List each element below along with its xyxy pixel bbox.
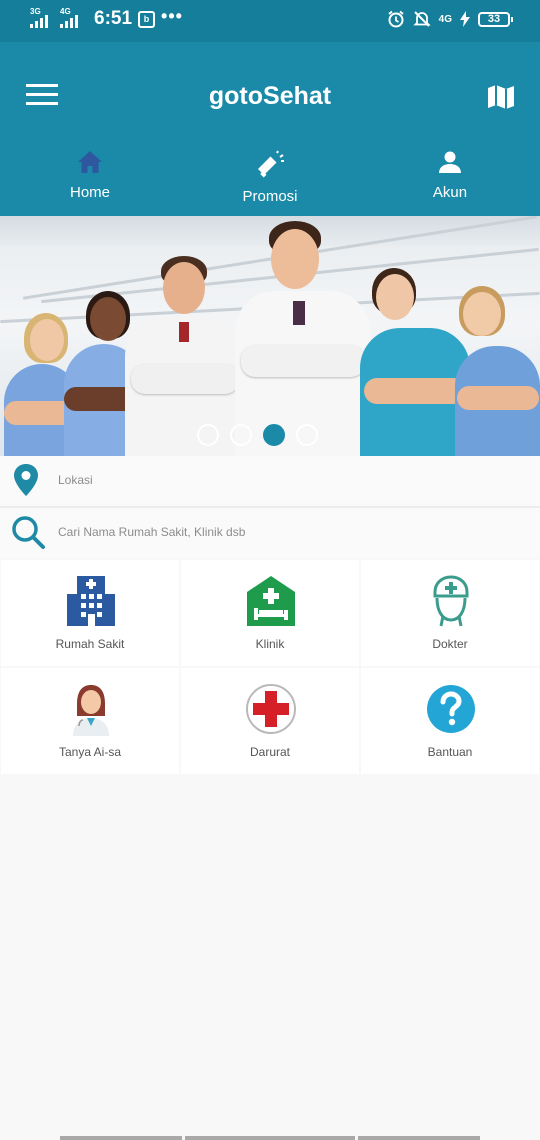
signal-strength-icon: 3G [30, 8, 54, 30]
promo-banner-carousel[interactable] [0, 216, 540, 456]
battery-level: 33 [487, 12, 501, 25]
carousel-indicators [197, 424, 318, 446]
tab-home[interactable]: Home [0, 150, 180, 216]
signal-strength-icon-2: 4G [60, 8, 84, 30]
carousel-dot-2[interactable] [230, 424, 252, 446]
assistant-avatar-icon [73, 685, 109, 736]
alarm-icon [388, 10, 404, 28]
menu-rumah-sakit[interactable]: Rumah Sakit [1, 560, 179, 666]
menu-bantuan[interactable]: Bantuan [361, 668, 539, 774]
nav-tabs: Home Promosi Akun [0, 150, 540, 216]
app-title: gotoSehat [208, 82, 332, 110]
status-bar: 3G 4G 6:51 b ••• 4G 33 [0, 0, 540, 42]
menu-klinik[interactable]: Klinik [181, 560, 359, 666]
menu-dokter[interactable]: Dokter [361, 560, 539, 666]
app-notification-icon: b [138, 10, 156, 28]
search-field[interactable]: Cari Nama Rumah Sakit, Klinik dsb [0, 508, 540, 558]
location-pin-icon [14, 464, 38, 496]
menu-bantuan-label: Bantuan [427, 745, 473, 759]
clinic-bed-icon [247, 576, 295, 626]
menu-darurat[interactable]: Darurat [181, 668, 359, 774]
menu-rumah-sakit-label: Rumah Sakit [55, 637, 125, 651]
bottom-nav-bar-right [358, 1136, 480, 1140]
home-icon [78, 151, 102, 173]
carousel-dot-4[interactable] [296, 424, 318, 446]
tab-akun-label: Akun [432, 184, 468, 201]
banner-person-nurse-3 [360, 268, 470, 456]
menu-tanya-aisa-label: Tanya Ai-sa [58, 745, 122, 759]
bottom-nav-bar-left [60, 1136, 182, 1140]
menu-dokter-label: Dokter [432, 637, 468, 651]
app-bar: gotoSehat Home Promosi Akun [0, 42, 540, 216]
search-placeholder: Cari Nama Rumah Sakit, Klinik dsb [58, 525, 246, 539]
banner-person-doctor-2 [235, 221, 370, 456]
tab-promosi-label: Promosi [242, 188, 298, 205]
search-icon [12, 516, 45, 549]
menu-klinik-label: Klinik [255, 637, 285, 651]
menu-tanya-aisa[interactable]: Tanya Ai-sa [1, 668, 179, 774]
bottom-nav-bar-middle [185, 1136, 355, 1140]
location-field[interactable]: Lokasi [0, 456, 540, 506]
help-question-icon [427, 685, 475, 733]
mute-bell-icon [412, 11, 431, 27]
battery-icon: 33 [478, 11, 513, 27]
doctor-nurse-icon [433, 575, 469, 627]
banner-person-nurse-4 [455, 286, 540, 456]
carousel-dot-3[interactable] [263, 424, 285, 446]
megaphone-icon [258, 150, 284, 178]
menu-darurat-label: Darurat [249, 745, 290, 759]
red-cross-icon [246, 684, 296, 734]
tab-akun[interactable]: Akun [360, 150, 540, 216]
more-notifications-icon: ••• [161, 5, 183, 26]
location-placeholder: Lokasi [58, 473, 93, 487]
carousel-dot-1[interactable] [197, 424, 219, 446]
hospital-building-icon [67, 576, 115, 626]
clock-time: 6:51 [94, 8, 133, 29]
map-icon[interactable] [486, 82, 516, 112]
person-icon [439, 151, 461, 173]
volte-icon: 4G [438, 13, 452, 25]
charging-icon [460, 11, 470, 27]
tab-promosi[interactable]: Promosi [180, 150, 360, 216]
tab-home-label: Home [69, 184, 110, 201]
